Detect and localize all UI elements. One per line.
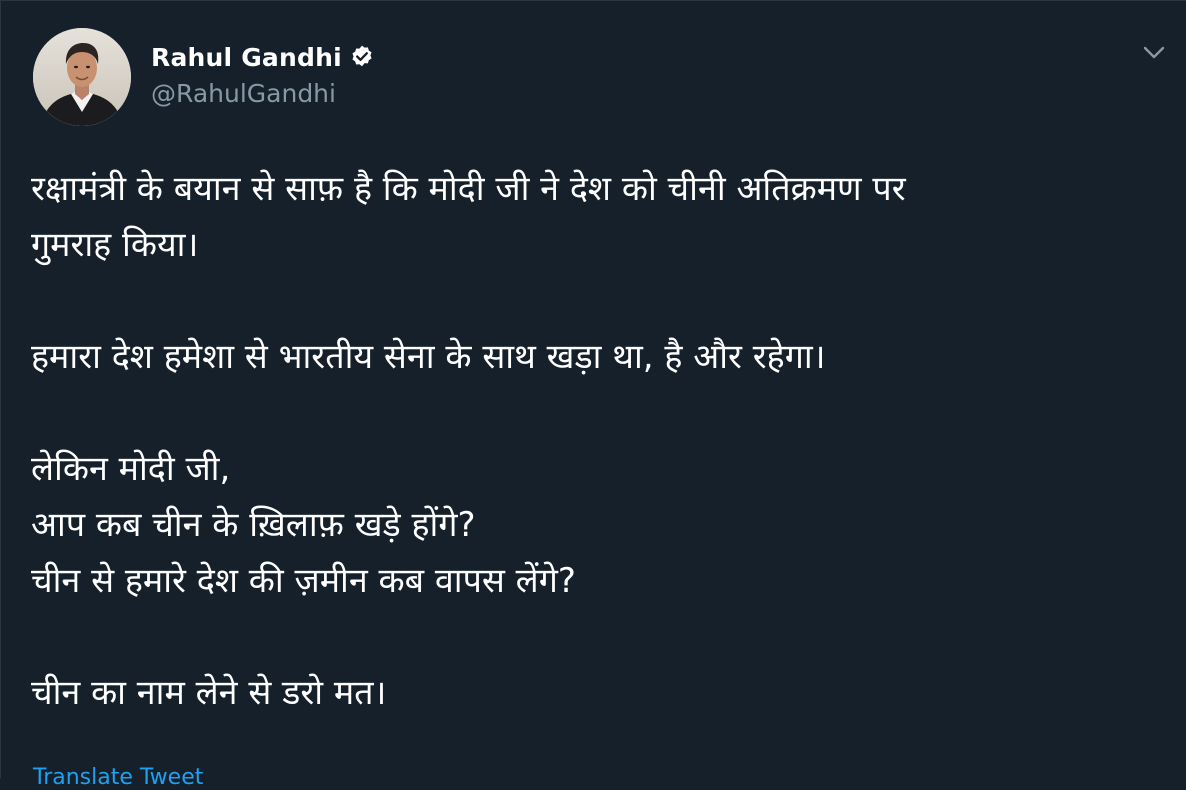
verified-badge-icon	[349, 44, 375, 70]
tweet-line: आप कब चीन के ख़िलाफ़ खड़े होंगे?	[31, 505, 476, 545]
tweet-line: रक्षामंत्री के बयान से साफ़ है कि मोदी ज…	[31, 169, 906, 209]
author-name-row[interactable]: Rahul Gandhi	[151, 37, 375, 77]
tweet-paragraph: रक्षामंत्री के बयान से साफ़ है कि मोदी ज…	[31, 161, 1171, 273]
tweet-text: रक्षामंत्री के बयान से साफ़ है कि मोदी ज…	[31, 161, 1171, 721]
tweet-paragraph: हमारा देश हमेशा से भारतीय सेना के साथ खड…	[31, 329, 1171, 385]
tweet-line: चीन का नाम लेने से डरो मत।	[31, 673, 387, 713]
author-handle[interactable]: @RahulGandhi	[151, 79, 336, 108]
tweet-line: गुमराह किया।	[31, 225, 199, 265]
author-display-name[interactable]: Rahul Gandhi	[151, 43, 342, 72]
tweet-line: लेकिन मोदी जी,	[31, 449, 231, 489]
tweet-paragraph: लेकिन मोदी जी, आप कब चीन के ख़िलाफ़ खड़े…	[31, 441, 1171, 609]
tweet-paragraph: चीन का नाम लेने से डरो मत।	[31, 665, 1171, 721]
chevron-down-icon[interactable]	[1141, 39, 1167, 65]
tweet-line: हमारा देश हमेशा से भारतीय सेना के साथ खड…	[31, 337, 826, 377]
avatar[interactable]	[33, 28, 131, 126]
tweet-line: चीन से हमारे देश की ज़मीन कब वापस लेंगे?	[31, 561, 576, 601]
tweet-card: Rahul Gandhi @RahulGandhi रक्षामंत्री के…	[0, 0, 1186, 790]
